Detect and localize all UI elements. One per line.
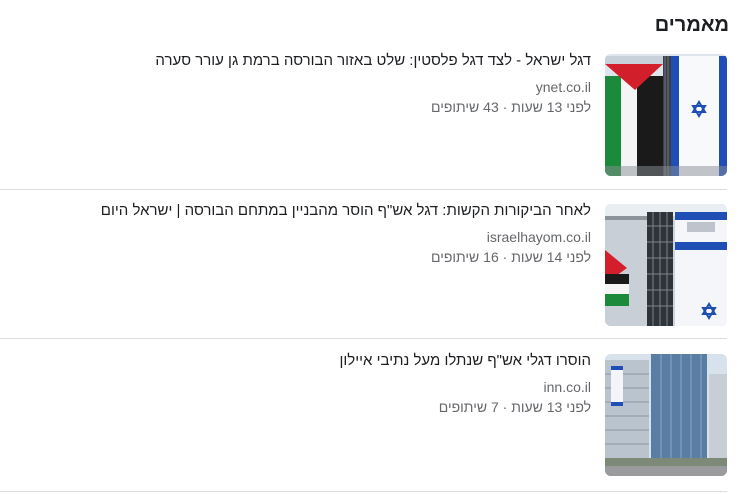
article-source: ynet.co.il [535, 79, 591, 95]
article-text: הוסרו דגלי אש"ף שנתלו מעל נתיבי איילון i… [0, 350, 592, 417]
article-headline[interactable]: דגל ישראל - לצד דגל פלסטין: שלט באזור הב… [0, 50, 591, 72]
article-meta: לפני 14 שעות · 16 שיתופים [431, 249, 591, 265]
article-meta: לפני 13 שעות · 7 שיתופים [438, 399, 591, 415]
article-thumbnail[interactable] [605, 54, 727, 176]
article-headline[interactable]: הוסרו דגלי אש"ף שנתלו מעל נתיבי איילון [0, 350, 592, 372]
article-text: דגל ישראל - לצד דגל פלסטין: שלט באזור הב… [0, 50, 591, 117]
divider [0, 338, 727, 339]
article-source: israelhayom.co.il [486, 229, 591, 245]
divider [0, 491, 727, 492]
article-headline[interactable]: לאחר הביקורות הקשות: דגל אש"ף הוסר מהבני… [0, 200, 591, 222]
article-meta: לפני 13 שעות · 43 שיתופים [431, 99, 591, 115]
article-item[interactable]: הוסרו דגלי אש"ף שנתלו מעל נתיבי איילון i… [0, 340, 727, 490]
article-text: לאחר הביקורות הקשות: דגל אש"ף הוסר מהבני… [0, 200, 591, 267]
israel-and-palestine-flags-on-building-image [605, 54, 727, 176]
article-item[interactable]: לאחר הביקורות הקשות: דגל אש"ף הוסר מהבני… [0, 190, 727, 340]
flags-on-building-facade-image [605, 204, 727, 326]
article-thumbnail[interactable] [605, 354, 727, 476]
article-thumbnail[interactable] [605, 204, 727, 326]
articles-section: מאמרים דגל ישראל - לצד דגל פלסטין: שלט ב… [0, 0, 743, 494]
towers-near-highway-image [605, 354, 727, 476]
section-title: מאמרים [654, 14, 729, 36]
article-item[interactable]: דגל ישראל - לצד דגל פלסטין: שלט באזור הב… [0, 40, 727, 190]
article-source: inn.co.il [543, 379, 591, 395]
